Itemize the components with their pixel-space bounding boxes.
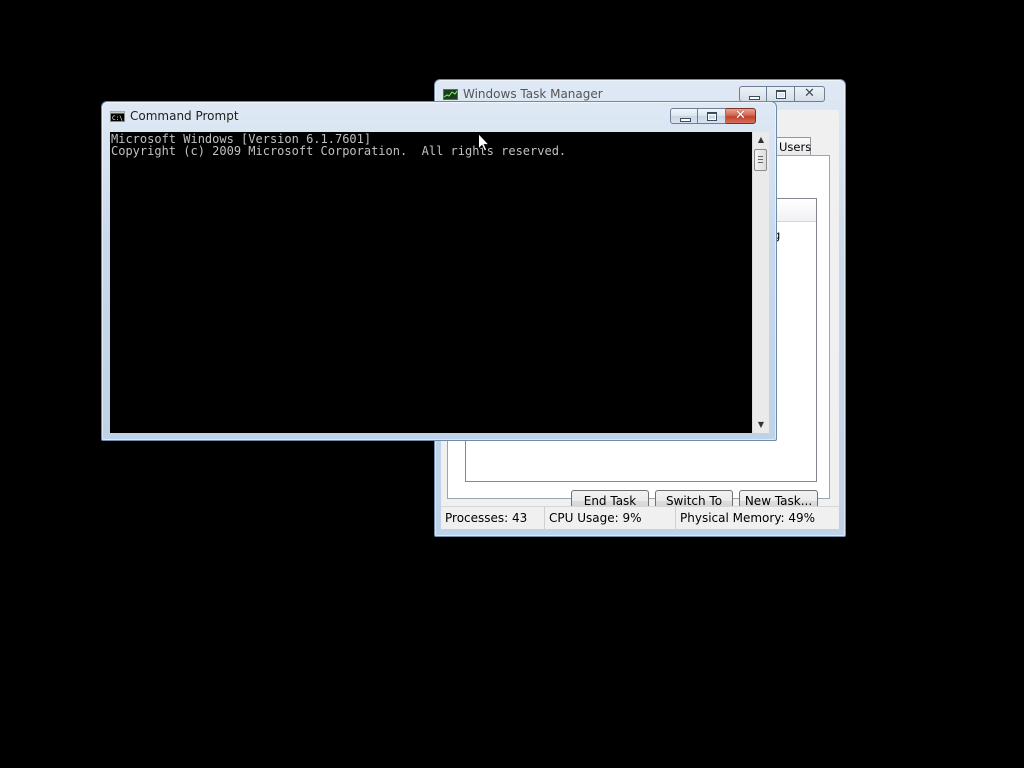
arrow-cursor-icon (478, 133, 490, 152)
task-manager-title: Windows Task Manager (463, 87, 603, 101)
command-prompt-caption-buttons: ✕ (670, 108, 756, 126)
command-prompt-titlebar[interactable]: C:\ Command Prompt ✕ (102, 102, 776, 130)
command-prompt-minimize-button[interactable] (670, 108, 698, 124)
tab-users-label: Users (779, 140, 812, 154)
scroll-up-arrow-icon[interactable]: ▲ (753, 132, 769, 148)
console-icon: C:\ (110, 111, 125, 122)
command-prompt-title: Command Prompt (130, 109, 239, 123)
maximize-icon (776, 90, 786, 99)
task-manager-close-button[interactable]: ✕ (795, 86, 825, 102)
console-line-copyright: Copyright (c) 2009 Microsoft Corporation… (111, 144, 567, 158)
task-manager-maximize-button[interactable] (767, 86, 795, 102)
command-prompt-maximize-button[interactable] (698, 108, 726, 124)
task-manager-icon (443, 89, 458, 100)
command-prompt-window[interactable]: C:\ Command Prompt ✕ Microsoft Windows [… (101, 101, 777, 441)
close-icon: ✕ (804, 86, 815, 101)
scroll-down-arrow-icon[interactable]: ▼ (753, 417, 769, 433)
console-output[interactable]: Microsoft Windows [Version 6.1.7601] Cop… (110, 132, 752, 433)
minimize-icon (749, 96, 760, 100)
close-icon: ✕ (735, 108, 746, 123)
task-manager-status-bar: Processes: 43 CPU Usage: 9% Physical Mem… (441, 506, 839, 529)
console-vertical-scrollbar[interactable]: ▲ ▼ (752, 132, 769, 433)
desktop: Windows Task Manager ✕ Users End Task Sw… (0, 0, 1024, 768)
task-manager-minimize-button[interactable] (739, 86, 767, 102)
status-physical-memory: Physical Memory: 49% (680, 511, 816, 525)
svg-text:C:\: C:\ (112, 115, 123, 122)
status-processes: Processes: 43 (441, 507, 545, 529)
scroll-thumb[interactable] (754, 149, 767, 171)
command-prompt-close-button[interactable]: ✕ (726, 108, 756, 124)
minimize-icon (680, 118, 691, 122)
maximize-icon (707, 112, 717, 121)
status-cpu-usage: CPU Usage: 9% (545, 507, 676, 529)
